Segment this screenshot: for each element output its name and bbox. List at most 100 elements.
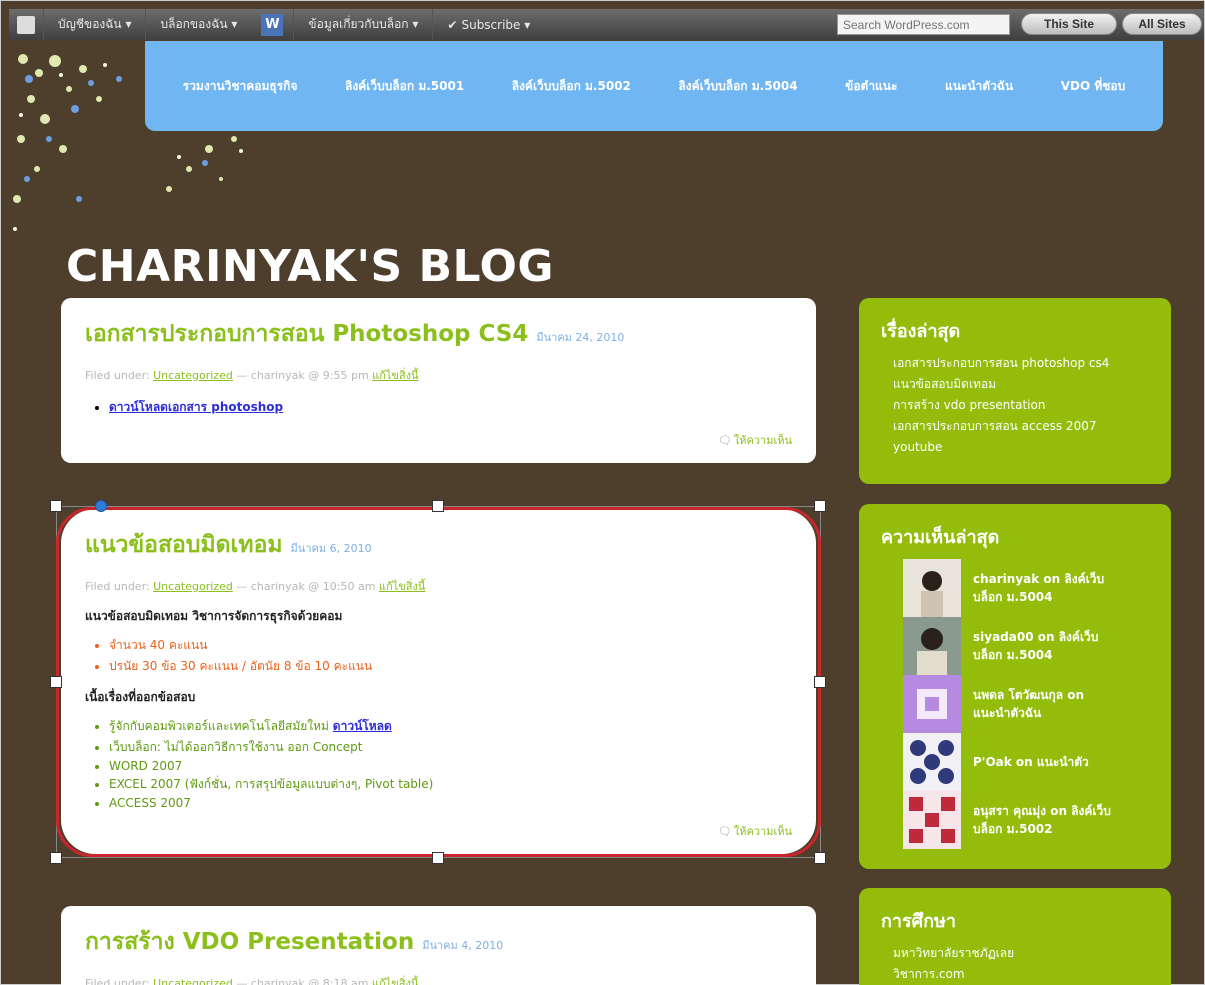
avatar[interactable] — [903, 791, 961, 849]
post-title[interactable]: การสร้าง VDO Presentation — [85, 924, 414, 960]
wordpress-w-icon[interactable]: W — [261, 13, 284, 36]
avatar[interactable] — [903, 617, 961, 675]
resize-handle-bottom-left[interactable] — [50, 852, 62, 864]
comment-text[interactable]: นพดล โตวัฒนกุล on แนะนำตัวฉัน — [973, 686, 1123, 722]
recent-posts-widget: เรื่องล่าสุด เอกสารประกอบการสอน photosho… — [859, 298, 1171, 484]
category-link[interactable]: Uncategorized — [153, 977, 233, 985]
main-nav: รวมงานวิชาคอมธุรกิจ ลิงค์เว็บบล็อก ม.500… — [145, 41, 1163, 131]
site-title[interactable]: CHARINYAK'S BLOG — [66, 241, 554, 292]
meta-prefix: Filed under: — [85, 369, 150, 382]
search-input[interactable] — [837, 14, 1010, 35]
education-link[interactable]: วิชาการ.com — [893, 964, 1149, 985]
post-intro: แนวข้อสอบมิดเทอม วิชาการจัดการธุรกิจด้วย… — [85, 609, 343, 623]
avatar[interactable] — [903, 559, 961, 617]
post-meta: Filed under: Uncategorized — charinyak @… — [85, 577, 792, 595]
download-photoshop-link[interactable]: ดาวน์โหลดเอกสาร photoshop — [109, 400, 283, 414]
post-meta: Filed under: Uncategorized — charinyak @… — [85, 366, 792, 384]
list-item: รู้จักกับคอมพิวเตอร์และเทคโนโลยีสมัยใหม่… — [109, 717, 792, 736]
comments-link[interactable]: 🗨 ให้ความเห็น — [718, 822, 792, 840]
recent-post-link[interactable]: youtube — [893, 437, 1149, 458]
nav-item-blog-5004[interactable]: ลิงค์เว็บบล็อก ม.5004 — [678, 77, 797, 96]
post-date: มีนาคม 24, 2010 — [536, 331, 625, 344]
recent-comments-widget: ความเห็นล่าสุด charinyak on ลิงค์เว็บบล็… — [859, 504, 1171, 869]
resize-handle-right[interactable] — [814, 676, 826, 688]
nav-item-about-me[interactable]: แนะนำตัวฉัน — [945, 77, 1013, 96]
check-circle-icon: ✔ — [447, 17, 458, 32]
comment-text[interactable]: charinyak on ลิงค์เว็บบล็อก ม.5004 — [973, 570, 1123, 606]
edit-link[interactable]: แก้ไขสิ่งนี้ — [372, 977, 418, 985]
post-date: มีนาคม 4, 2010 — [422, 939, 504, 952]
download-link[interactable]: ดาวน์โหลด — [333, 719, 392, 733]
nav-item-blog-5002[interactable]: ลิงค์เว็บบล็อก ม.5002 — [512, 77, 631, 96]
comment-entry: charinyak on ลิงค์เว็บบล็อก ม.5004 — [903, 559, 1149, 617]
category-link[interactable]: Uncategorized — [153, 580, 233, 593]
post-meta: Filed under: Uncategorized — charinyak @… — [85, 974, 792, 985]
nav-item-business-computer[interactable]: รวมงานวิชาคอมธุรกิจ — [183, 77, 298, 96]
education-link[interactable]: มหาวิทยาลัยราชภัฏเลย — [893, 943, 1149, 964]
rotation-handle[interactable] — [95, 500, 107, 512]
widget-title: เรื่องล่าสุด — [881, 321, 961, 342]
wordpress-logo-icon[interactable] — [9, 9, 43, 40]
nav-item-blog-5001[interactable]: ลิงค์เว็บบล็อก ม.5001 — [345, 77, 464, 96]
avatar[interactable] — [903, 675, 961, 733]
meta-author-time: — charinyak @ 9:55 pm — [236, 369, 369, 382]
nav-item-suggestions[interactable]: ข้อตำแนะ — [845, 77, 897, 96]
comment-bubble-icon: 🗨 — [717, 825, 732, 838]
comments-link[interactable]: 🗨 ให้ความเห็น — [718, 431, 792, 449]
comment-text[interactable]: siyada00 on ลิงค์เว็บบล็อก ม.5004 — [973, 628, 1123, 664]
comment-entry: อนุสรา คุณมุ่ง on ลิงค์เว็บบล็อก ม.5002 — [903, 791, 1149, 849]
resize-handle-bottom-right[interactable] — [814, 852, 826, 864]
meta-author-time: — charinyak @ 8:18 am — [236, 977, 369, 985]
meta-prefix: Filed under: — [85, 580, 150, 593]
post-title[interactable]: แนวข้อสอบมิดเทอม — [85, 527, 283, 563]
nav-item-vdo[interactable]: VDO ที่ชอบ — [1061, 77, 1126, 96]
comment-entry: P'Oak on แนะนำตัว — [903, 733, 1149, 791]
list-item: ACCESS 2007 — [109, 796, 792, 810]
comments-label: ให้ความเห็น — [733, 825, 792, 838]
all-sites-button[interactable]: All Sites — [1122, 13, 1202, 35]
comment-text[interactable]: P'Oak on แนะนำตัว — [973, 753, 1123, 771]
subscribe-menu[interactable]: ✔ Subscribe ▾ — [432, 9, 544, 40]
resize-handle-top-right[interactable] — [814, 500, 826, 512]
avatar[interactable] — [903, 733, 961, 791]
comments-label: ให้ความเห็น — [733, 434, 792, 447]
recent-post-link[interactable]: เอกสารประกอบการสอน access 2007 — [893, 416, 1149, 437]
resize-handle-bottom[interactable] — [432, 852, 444, 864]
category-link[interactable]: Uncategorized — [153, 369, 233, 382]
widget-title: ความเห็นล่าสุด — [881, 527, 1000, 548]
edit-link[interactable]: แก้ไขสิ่งนี้ — [372, 369, 418, 382]
my-blogs-menu[interactable]: บล็อกของฉัน ▾ — [145, 9, 251, 40]
topics-list: รู้จักกับคอมพิวเตอร์และเทคโนโลยีสมัยใหม่… — [109, 717, 792, 810]
post-title[interactable]: เอกสารประกอบการสอน Photoshop CS4 — [85, 316, 528, 352]
post-vdo: การสร้าง VDO Presentation มีนาคม 4, 2010… — [61, 906, 816, 985]
recent-post-link[interactable]: แนวข้อสอบมิดเทอม — [893, 374, 1149, 395]
admin-bar: บัญชีของฉัน ▾ บล็อกของฉัน ▾ W ข้อมูลเกี่… — [9, 9, 1204, 40]
resize-handle-top[interactable] — [432, 500, 444, 512]
list-item: ปรนัย 30 ข้อ 30 คะแนน / อัตนัย 8 ข้อ 10 … — [109, 657, 792, 676]
my-account-menu[interactable]: บัญชีของฉัน ▾ — [43, 9, 145, 40]
recent-post-link[interactable]: การสร้าง vdo presentation — [893, 395, 1149, 416]
subscribe-label: Subscribe ▾ — [461, 17, 531, 32]
points-list: จำนวน 40 คะแนน ปรนัย 30 ข้อ 30 คะแนน / อ… — [109, 636, 792, 676]
list-item: จำนวน 40 คะแนน — [109, 636, 792, 655]
comment-entry: siyada00 on ลิงค์เว็บบล็อก ม.5004 — [903, 617, 1149, 675]
this-site-button[interactable]: This Site — [1021, 13, 1117, 35]
list-item: เว็บบล็อก: ไม่ได้ออกวิธีการใช้งาน ออก Co… — [109, 738, 792, 757]
comment-entry: นพดล โตวัฒนกุล on แนะนำตัวฉัน — [903, 675, 1149, 733]
blog-info-menu[interactable]: ข้อมูลเกี่ยวกับบล็อก ▾ — [293, 9, 432, 40]
list-item: WORD 2007 — [109, 759, 792, 773]
education-widget: การศึกษา มหาวิทยาลัยราชภัฏเลย วิชาการ.co… — [859, 888, 1171, 985]
list-item: EXCEL 2007 (ฟังก์ชั่น, การสรุปข้อมูลแบบต… — [109, 775, 792, 794]
widget-title: การศึกษา — [881, 911, 956, 932]
post-midterm[interactable]: แนวข้อสอบมิดเทอม มีนาคม 6, 2010 Filed un… — [61, 509, 816, 854]
recent-post-link[interactable]: เอกสารประกอบการสอน photoshop cs4 — [893, 353, 1149, 374]
topic-text: รู้จักกับคอมพิวเตอร์และเทคโนโลยีสมัยใหม่ — [109, 719, 329, 733]
meta-prefix: Filed under: — [85, 977, 150, 985]
resize-handle-top-left[interactable] — [50, 500, 62, 512]
post-list: ดาวน์โหลดเอกสาร photoshop — [109, 398, 792, 417]
resize-handle-left[interactable] — [50, 676, 62, 688]
comment-text[interactable]: อนุสรา คุณมุ่ง on ลิงค์เว็บบล็อก ม.5002 — [973, 802, 1123, 838]
comment-bubble-icon: 🗨 — [717, 434, 732, 447]
edit-link[interactable]: แก้ไขสิ่งนี้ — [379, 580, 425, 593]
post-photoshop: เอกสารประกอบการสอน Photoshop CS4 มีนาคม … — [61, 298, 816, 463]
